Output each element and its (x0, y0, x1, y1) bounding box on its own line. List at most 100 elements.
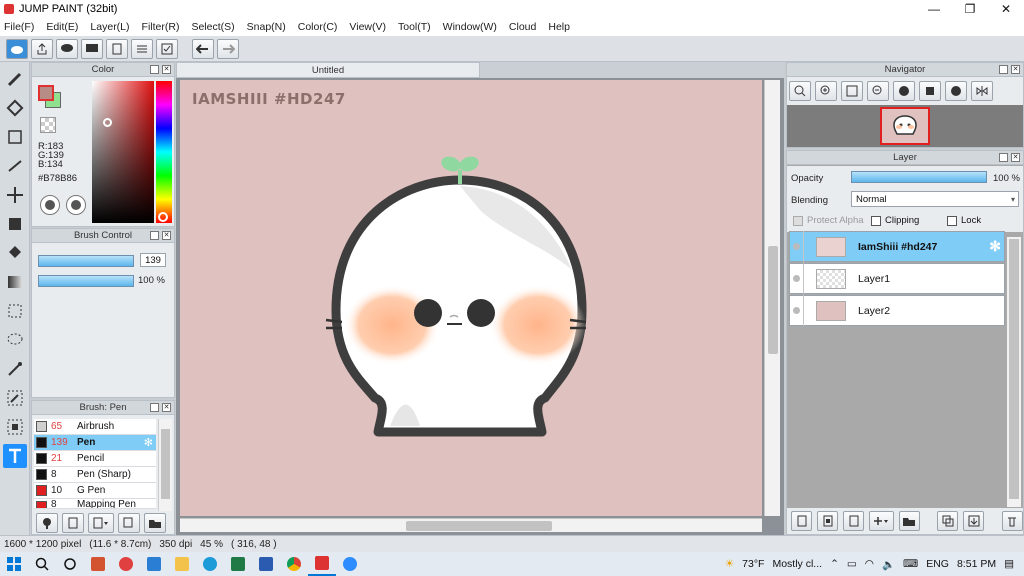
drawing-canvas[interactable]: IAMSHIII #HD247 (180, 80, 762, 516)
reset-rotation-icon[interactable] (919, 81, 941, 101)
protect-alpha-checkbox[interactable] (793, 215, 803, 226)
cloud-icon[interactable] (6, 38, 28, 59)
chevron-up-icon[interactable]: ⌃ (830, 558, 839, 570)
fit-to-window-icon[interactable] (841, 81, 863, 101)
menu-cloud[interactable]: Cloud (509, 21, 536, 33)
menu-help[interactable]: Help (548, 21, 570, 33)
transparent-color-swatch[interactable] (40, 117, 56, 133)
panel-close-icon[interactable]: ✕ (1011, 153, 1020, 162)
clipping-checkbox[interactable] (871, 215, 881, 226)
menu-color[interactable]: Color(C) (298, 21, 338, 33)
navigator-thumbnail[interactable] (880, 107, 930, 145)
sv-cursor[interactable] (103, 118, 112, 127)
brush-item-pen-sharp[interactable]: 8 Pen (Sharp) (34, 467, 156, 483)
panel-float-icon[interactable] (999, 65, 1008, 74)
excel-icon[interactable] (224, 552, 252, 576)
color-history-button[interactable] (66, 195, 86, 215)
copy-brush-icon[interactable] (118, 513, 140, 533)
layer-row[interactable]: Layer1 (789, 263, 1005, 294)
gradient-tool-icon[interactable] (3, 270, 27, 294)
bucket-tool-icon[interactable] (3, 241, 27, 265)
panel-close-icon[interactable]: ✕ (162, 231, 171, 240)
search-icon[interactable] (28, 552, 56, 576)
menu-window[interactable]: Window(W) (443, 21, 497, 33)
horizontal-scroll-thumb[interactable] (406, 521, 552, 531)
page-icon[interactable] (106, 38, 128, 59)
menu-select[interactable]: Select(S) (191, 21, 234, 33)
new-layer-raster-icon[interactable] (817, 511, 838, 531)
menu-tool[interactable]: Tool(T) (398, 21, 431, 33)
canvas-horizontal-scrollbar[interactable] (180, 518, 762, 532)
brush-menu-icon[interactable] (88, 513, 114, 533)
rotate-right-icon[interactable] (945, 81, 967, 101)
language-indicator[interactable]: ENG (926, 558, 949, 570)
vertical-scroll-thumb[interactable] (768, 246, 778, 354)
eraser-tool-icon[interactable] (3, 96, 27, 120)
brush-size-input[interactable]: 139 (140, 253, 166, 267)
layer-list-scrollbar[interactable] (1007, 237, 1021, 507)
layer-visibility-toggle[interactable] (790, 263, 804, 294)
panel-float-icon[interactable] (150, 403, 159, 412)
layer-row[interactable]: Layer2 (789, 295, 1005, 326)
canvas-vertical-scrollbar[interactable] (764, 80, 780, 516)
battery-icon[interactable]: ▭ (847, 558, 857, 570)
flip-horizontal-icon[interactable] (971, 81, 993, 101)
app-red-circle-icon[interactable] (112, 552, 140, 576)
redo-icon[interactable] (217, 38, 239, 59)
weather-temperature[interactable]: 73°F (742, 558, 764, 570)
task-view-icon[interactable] (56, 552, 84, 576)
file-explorer-icon[interactable] (168, 552, 196, 576)
word-icon[interactable] (252, 552, 280, 576)
edge-browser-icon[interactable] (196, 552, 224, 576)
brush-opacity-slider[interactable] (38, 275, 134, 287)
panel-float-icon[interactable] (999, 153, 1008, 162)
comment-icon[interactable] (56, 38, 78, 59)
rectangle-tool-icon[interactable] (3, 125, 27, 149)
brush-item-pencil[interactable]: 21 Pencil (34, 451, 156, 467)
rotate-left-icon[interactable] (893, 81, 915, 101)
zoom-out-icon[interactable] (867, 81, 889, 101)
color-wheel-button[interactable] (40, 195, 60, 215)
minimize-button[interactable]: — (916, 0, 952, 18)
main-color-swatch[interactable] (38, 85, 54, 101)
chrome-icon[interactable] (280, 552, 308, 576)
panel-close-icon[interactable]: ✕ (162, 403, 171, 412)
menu-layer[interactable]: Layer(L) (90, 21, 129, 33)
checklist-icon[interactable] (156, 38, 178, 59)
text-tool-icon[interactable] (3, 444, 27, 468)
brush-size-slider[interactable] (38, 255, 134, 267)
lasso-tool-icon[interactable] (3, 328, 27, 352)
powerpoint-icon[interactable] (84, 552, 112, 576)
wifi-icon[interactable]: ◠ (865, 558, 874, 570)
brush-settings-icon[interactable]: ✻ (144, 436, 153, 449)
windows-start-icon[interactable] (0, 552, 28, 576)
jump-paint-taskbar-icon[interactable] (308, 552, 336, 576)
menu-filter[interactable]: Filter(R) (142, 21, 180, 33)
zoom-in-icon[interactable] (789, 81, 811, 101)
menu-edit[interactable]: Edit(E) (46, 21, 78, 33)
duplicate-layer-icon[interactable] (937, 511, 959, 531)
merge-layer-icon[interactable] (963, 511, 985, 531)
notification-icon[interactable]: ▤ (1004, 558, 1014, 570)
panel-close-icon[interactable]: ✕ (162, 65, 171, 74)
list-icon[interactable] (131, 38, 153, 59)
select-pen-tool-icon[interactable] (3, 386, 27, 410)
move-tool-icon[interactable] (3, 183, 27, 207)
zoom-in-plus-icon[interactable] (815, 81, 837, 101)
brush-item-pen[interactable]: 139 Pen ✻ (34, 435, 156, 451)
brush-tree-icon[interactable] (36, 513, 58, 533)
layer-visibility-toggle[interactable] (790, 295, 804, 326)
panel-close-icon[interactable]: ✕ (1011, 65, 1020, 74)
weather-text[interactable]: Mostly cl... (772, 558, 822, 570)
saturation-value-picker[interactable] (92, 81, 154, 223)
brush-folder-icon[interactable] (144, 513, 166, 533)
volume-icon[interactable]: 🔈 (882, 558, 895, 571)
share-icon[interactable] (31, 38, 53, 59)
menu-file[interactable]: File(F) (4, 21, 34, 33)
magic-wand-tool-icon[interactable] (3, 357, 27, 381)
message-icon[interactable] (81, 38, 103, 59)
close-button[interactable]: ✕ (988, 0, 1024, 18)
keyboard-icon[interactable]: ⌨ (903, 558, 918, 570)
hue-cursor[interactable] (158, 212, 168, 222)
select-eraser-tool-icon[interactable] (3, 415, 27, 439)
